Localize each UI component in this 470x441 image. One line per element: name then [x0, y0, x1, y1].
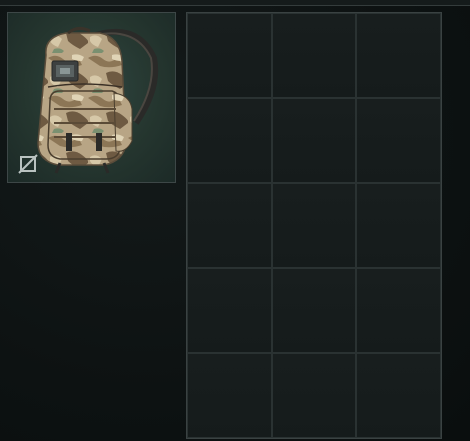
grid-cell[interactable] [187, 268, 272, 353]
grid-cell[interactable] [356, 353, 441, 438]
grid-cell[interactable] [187, 98, 272, 183]
slot-unavailable-icon [18, 154, 38, 174]
grid-cell[interactable] [271, 353, 357, 438]
grid-cell[interactable] [187, 183, 272, 268]
grid-cell[interactable] [187, 353, 272, 438]
grid-cell[interactable] [356, 183, 441, 268]
grid-cell[interactable] [356, 268, 441, 353]
backpack-equipment-slot[interactable] [7, 12, 176, 183]
top-divider [0, 0, 470, 6]
grid-cell[interactable] [271, 98, 357, 183]
grid-cell[interactable] [271, 13, 357, 98]
container-grid [186, 12, 442, 439]
grid-cell[interactable] [356, 13, 441, 98]
grid-cell[interactable] [356, 98, 441, 183]
grid-cell[interactable] [187, 13, 272, 98]
grid-cell[interactable] [271, 268, 357, 353]
grid-cell[interactable] [271, 183, 357, 268]
